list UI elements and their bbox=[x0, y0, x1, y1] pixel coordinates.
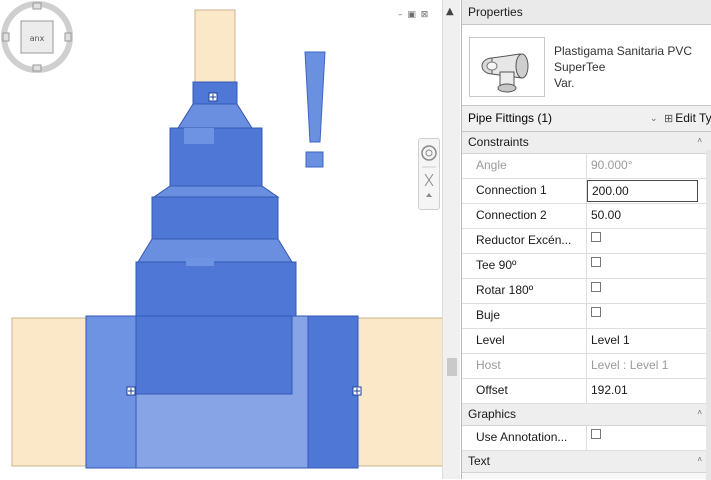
fitting-taper-3[interactable] bbox=[137, 238, 293, 263]
property-row: Connection 1 200.00 bbox=[462, 179, 711, 204]
type-selector[interactable]: Plastigama Sanitaria PVC SuperTee Var. bbox=[462, 25, 711, 106]
view-cube-label: anx bbox=[30, 34, 45, 43]
type-name-line: Plastigama Sanitaria PVC bbox=[554, 44, 693, 58]
property-value[interactable]: Level 1 bbox=[587, 329, 711, 353]
type-name: Plastigama Sanitaria PVC SuperTee Var. bbox=[554, 43, 692, 91]
property-checkbox-cell[interactable] bbox=[587, 304, 711, 328]
group-header-graphics[interactable]: Graphics ˄ bbox=[462, 404, 711, 426]
properties-palette: Properties Plastigama Sanitaria PVC Supe… bbox=[461, 0, 711, 480]
properties-title: Properties bbox=[462, 0, 711, 25]
connector-grip-icon[interactable] bbox=[352, 386, 362, 396]
collapse-chevron-icon[interactable]: ˄ bbox=[697, 130, 702, 151]
property-name: Reductor Excén... bbox=[462, 229, 587, 253]
window-controls[interactable]: – ▣ ⊠ bbox=[398, 10, 429, 20]
tee-upper-block[interactable] bbox=[135, 315, 293, 395]
property-row: Connection 2 50.00 bbox=[462, 204, 711, 229]
property-name: Use Annotation... bbox=[462, 426, 587, 450]
property-row: Rotar 180º bbox=[462, 279, 711, 304]
instance-filter-row: Pipe Fittings (1) ⌄ ⊞Edit Typ bbox=[462, 106, 711, 132]
scroll-thumb[interactable] bbox=[447, 358, 457, 376]
instance-filter-dropdown[interactable]: Pipe Fittings (1) bbox=[468, 106, 552, 131]
drawing-canvas[interactable]: – ▣ ⊠ anx ▲ bbox=[0, 0, 460, 479]
checkbox[interactable] bbox=[591, 307, 601, 317]
property-value[interactable]: 50.00 bbox=[587, 204, 711, 228]
warning-exclamation-icon[interactable] bbox=[304, 51, 326, 168]
property-checkbox-cell[interactable] bbox=[587, 426, 711, 450]
property-value: 90.000° bbox=[591, 158, 633, 172]
property-name: Connection 1 bbox=[462, 179, 587, 203]
property-name: Level bbox=[462, 329, 587, 353]
property-row: Angle 90.000° bbox=[462, 154, 711, 179]
edit-type-button[interactable]: ⊞Edit Typ bbox=[664, 106, 711, 132]
pipe-tee-icon bbox=[481, 53, 529, 93]
property-value[interactable]: 192.01 bbox=[587, 379, 711, 403]
group-header-label: Text bbox=[468, 454, 491, 468]
property-value: Level : Level 1 bbox=[591, 358, 669, 372]
zoom-icon[interactable] bbox=[424, 173, 434, 197]
family-thumbnail bbox=[469, 37, 545, 97]
checkbox[interactable] bbox=[591, 282, 601, 292]
property-row: Host Level : Level 1 bbox=[462, 354, 711, 379]
properties-list: Constraints ˄ Angle 90.000° Connection 1 200.… bbox=[462, 132, 711, 473]
property-checkbox-cell[interactable] bbox=[587, 229, 711, 253]
fitting-tier-3[interactable] bbox=[135, 261, 297, 318]
property-value-input[interactable]: 200.00 bbox=[587, 180, 698, 202]
property-name: Angle bbox=[462, 154, 587, 178]
navigation-bar[interactable] bbox=[418, 138, 440, 210]
properties-scrollbar[interactable] bbox=[706, 150, 711, 480]
property-name: Offset bbox=[462, 379, 587, 403]
property-name: Host bbox=[462, 354, 587, 378]
property-row: Level Level 1 bbox=[462, 329, 711, 354]
property-row: Use Annotation... bbox=[462, 426, 711, 451]
view-cube-icon[interactable]: anx bbox=[0, 0, 74, 74]
property-row: Offset 192.01 bbox=[462, 379, 711, 404]
property-row: Buje bbox=[462, 304, 711, 329]
collapse-chevron-icon[interactable]: ˄ bbox=[697, 402, 702, 423]
property-name: Buje bbox=[462, 304, 587, 328]
tee-right-socket[interactable] bbox=[307, 315, 359, 469]
steering-wheel-icon[interactable] bbox=[421, 145, 437, 161]
fitting-taper-2[interactable] bbox=[152, 185, 280, 198]
property-row: Reductor Excén... bbox=[462, 229, 711, 254]
group-header-label: Graphics bbox=[468, 407, 517, 421]
fitting-taper-1[interactable] bbox=[177, 103, 253, 129]
property-name: Tee 90º bbox=[462, 254, 587, 278]
edit-type-label: Edit Typ bbox=[675, 111, 711, 125]
property-checkbox-cell[interactable] bbox=[587, 279, 711, 303]
fitting-tier-1[interactable] bbox=[169, 127, 263, 187]
property-row: Tee 90º bbox=[462, 254, 711, 279]
type-name-line: SuperTee bbox=[554, 60, 606, 74]
fitting-tier-2[interactable] bbox=[151, 196, 279, 240]
canvas-scrollbar[interactable]: ▲ bbox=[442, 0, 460, 479]
property-name: Rotar 180º bbox=[462, 279, 587, 303]
scroll-up-arrow-icon[interactable]: ▲ bbox=[446, 6, 454, 17]
property-name: Connection 2 bbox=[462, 204, 587, 228]
group-header-label: Constraints bbox=[468, 135, 529, 149]
vertical-pipe[interactable] bbox=[194, 9, 236, 91]
connector-grip-icon[interactable] bbox=[126, 386, 136, 396]
checkbox[interactable] bbox=[591, 429, 601, 439]
chevron-down-icon[interactable]: ⌄ bbox=[650, 106, 658, 131]
group-header-constraints[interactable]: Constraints ˄ bbox=[462, 132, 711, 154]
edit-type-icon: ⊞ bbox=[664, 113, 674, 125]
type-name-line: Var. bbox=[554, 76, 575, 90]
group-header-text[interactable]: Text ˄ bbox=[462, 451, 711, 473]
checkbox[interactable] bbox=[591, 257, 601, 267]
connector-grip-icon[interactable] bbox=[208, 92, 218, 102]
collapse-chevron-icon[interactable]: ˄ bbox=[697, 449, 702, 470]
property-checkbox-cell[interactable] bbox=[587, 254, 711, 278]
checkbox[interactable] bbox=[591, 232, 601, 242]
